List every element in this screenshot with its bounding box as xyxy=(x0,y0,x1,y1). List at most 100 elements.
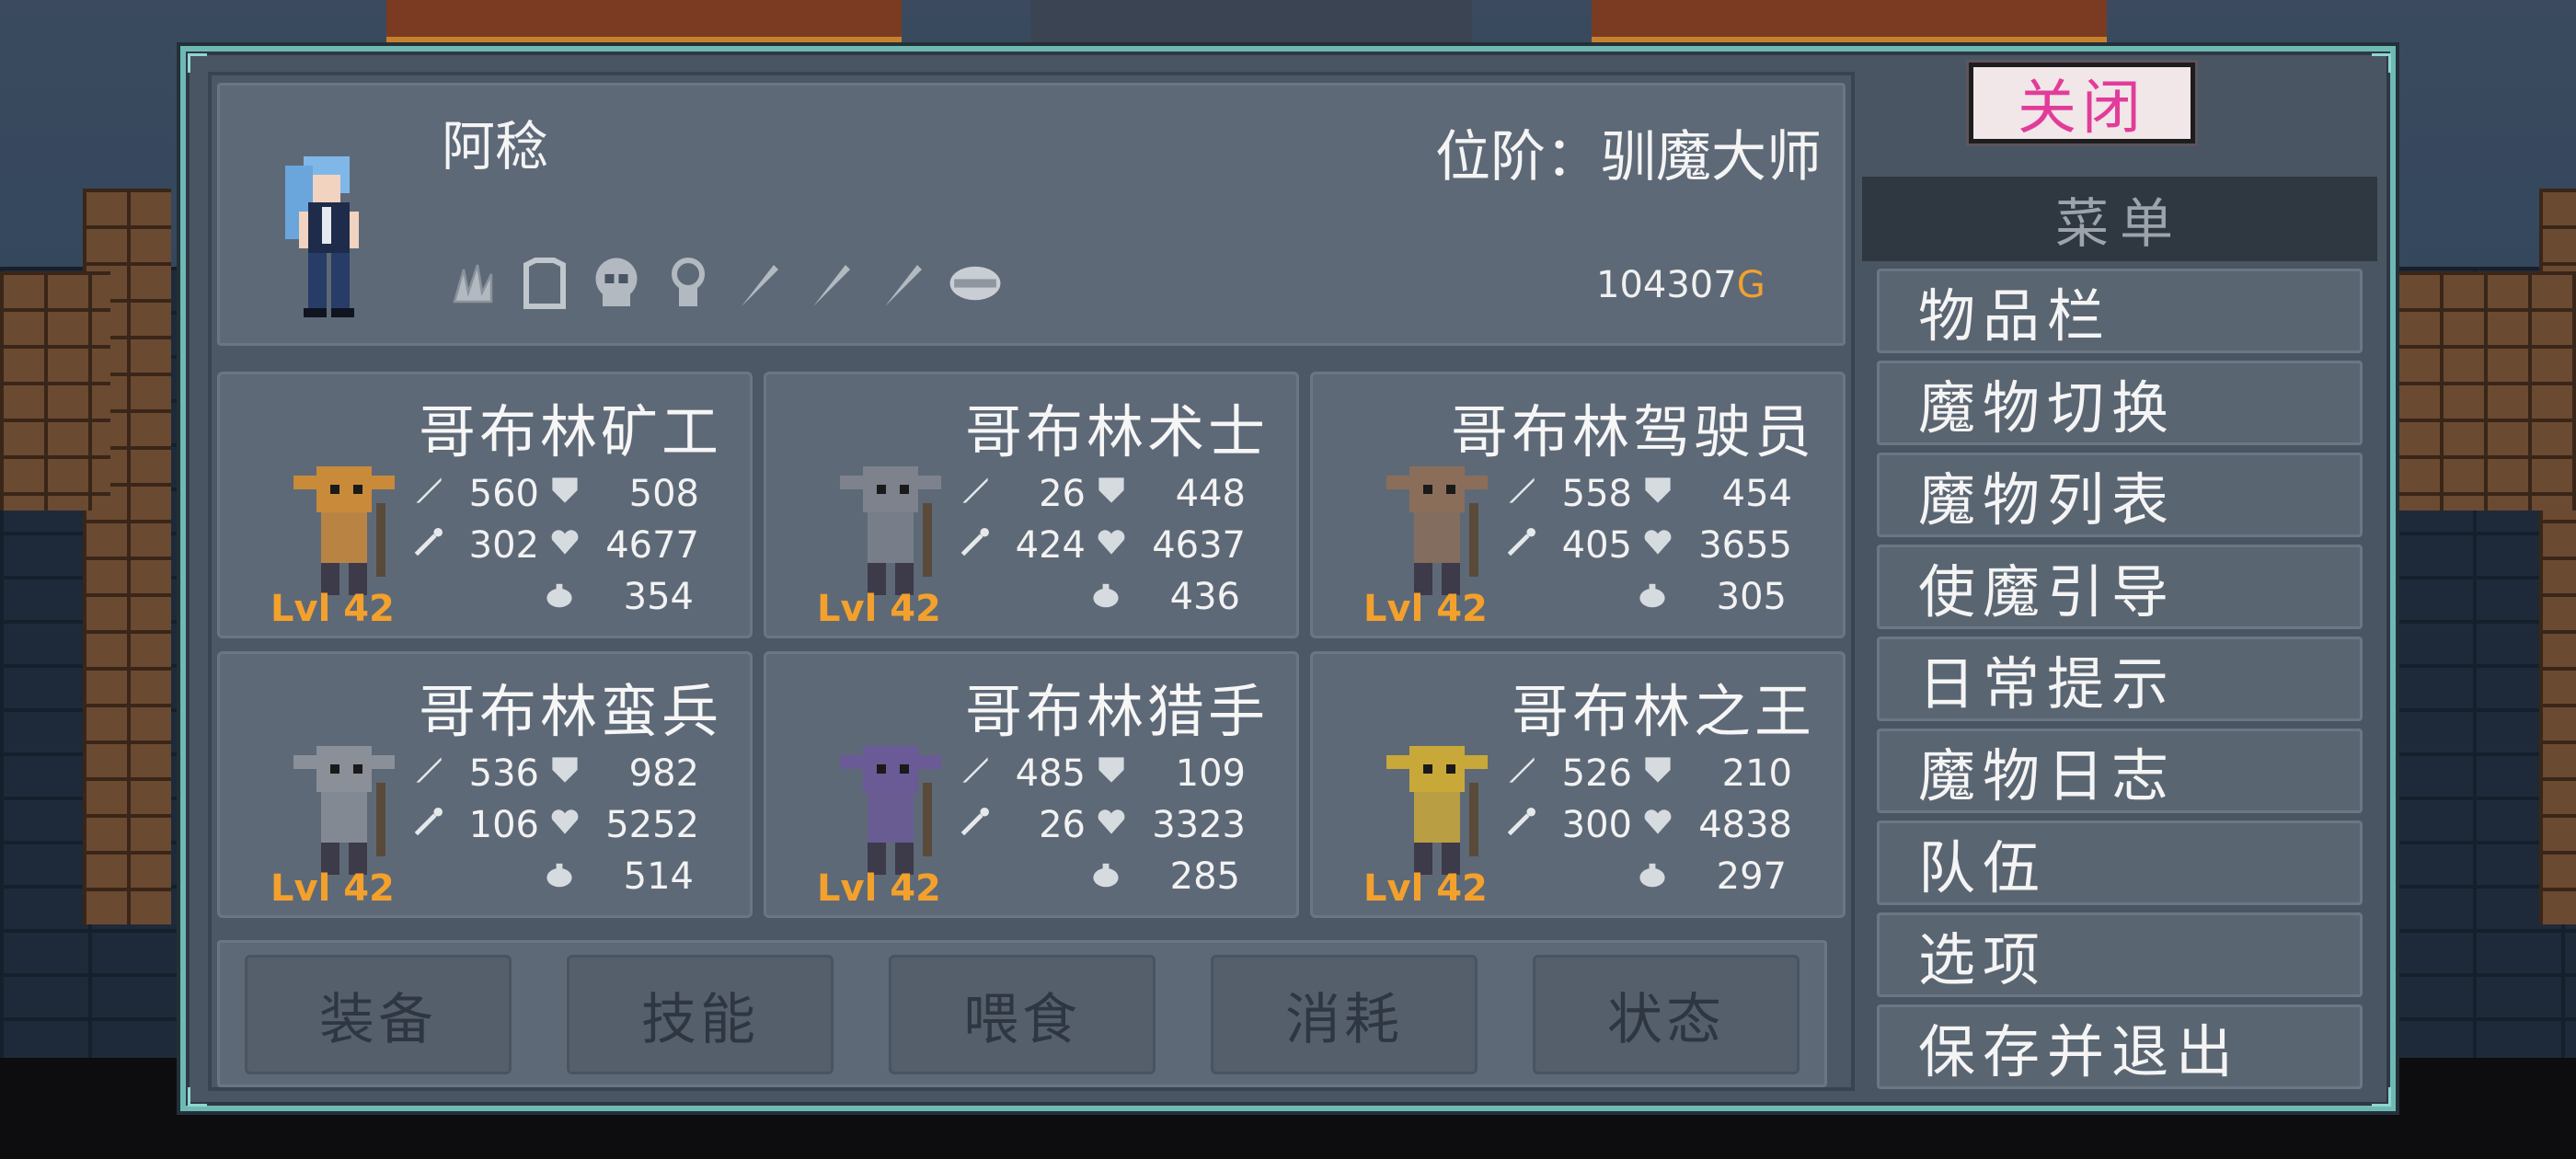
menu-item-save-and-quit[interactable]: 保存并退出 xyxy=(1877,1004,2363,1089)
menu-title: 菜单 xyxy=(1862,177,2377,261)
monster-name: 哥布林蛮兵 xyxy=(418,678,722,745)
brick-block-left xyxy=(0,271,110,511)
monster-stats: 558 454 405 3655 305 xyxy=(1501,468,1834,623)
menu-item-options[interactable]: 选项 xyxy=(1877,912,2363,997)
shield-icon xyxy=(1638,474,1678,514)
armor-icon[interactable] xyxy=(515,254,574,313)
magic-value: 106 xyxy=(468,804,539,846)
monster-level: Lvl 42 xyxy=(817,867,941,910)
monster-name: 哥布林猎手 xyxy=(964,678,1269,745)
wand-icon xyxy=(1501,525,1542,566)
monster-name: 哥布林驾驶员 xyxy=(1450,398,1815,465)
speed-value: 436 xyxy=(1169,576,1240,618)
monster-name: 哥布林之王 xyxy=(1511,678,1815,745)
trainer-name: 阿稔 xyxy=(442,115,549,178)
shield-icon xyxy=(1638,753,1678,794)
sword-icon xyxy=(955,474,995,514)
menu-item-monster-journal[interactable]: 魔物日志 xyxy=(1877,729,2363,813)
speed-value: 354 xyxy=(623,576,694,618)
hp-value: 4838 xyxy=(1698,804,1792,846)
magic-value: 302 xyxy=(468,524,539,567)
monster-level: Lvl 42 xyxy=(817,588,941,630)
tab-skills[interactable]: 技能 xyxy=(567,955,834,1074)
monster-level: Lvl 42 xyxy=(1363,588,1488,630)
magic-value: 300 xyxy=(1561,804,1632,846)
equipment-slots xyxy=(443,254,1005,313)
monster-stats: 526 210 300 4838 297 xyxy=(1501,748,1834,902)
defense-value: 508 xyxy=(628,473,699,515)
trainer-rank: 位阶：驯魔大师 xyxy=(1435,125,1822,189)
hp-value: 3323 xyxy=(1152,804,1246,846)
monster-stats: 560 508 302 4677 354 xyxy=(408,468,742,623)
heart-icon xyxy=(545,525,585,566)
attack-value: 526 xyxy=(1561,752,1632,795)
attack-value: 536 xyxy=(468,752,539,795)
monster-stats: 26 448 424 4637 436 xyxy=(955,468,1288,623)
saddle-icon[interactable] xyxy=(946,254,1005,313)
speed-value: 297 xyxy=(1716,855,1787,898)
frame-corner xyxy=(2372,53,2391,73)
sack-icon xyxy=(1632,856,1673,897)
heart-icon xyxy=(545,805,585,845)
close-button[interactable]: 关闭 xyxy=(1969,63,2195,143)
monster-level: Lvl 42 xyxy=(270,588,395,630)
wand-icon xyxy=(955,525,995,566)
defense-value: 448 xyxy=(1175,473,1246,515)
gold-amount: 104307 xyxy=(1596,264,1737,306)
shield-icon xyxy=(545,753,585,794)
menu-item-daily-tips[interactable]: 日常提示 xyxy=(1877,637,2363,721)
feather-icon[interactable] xyxy=(874,254,933,313)
monster-card[interactable]: 哥布林之王 526 210 300 4838 297 Lvl 42 xyxy=(1310,651,1846,918)
shield-icon xyxy=(545,474,585,514)
tab-feed[interactable]: 喂食 xyxy=(889,955,1156,1074)
tab-consumables[interactable]: 消耗 xyxy=(1211,955,1478,1074)
speed-value: 514 xyxy=(623,855,694,898)
monster-sprite xyxy=(293,466,395,595)
wand-icon xyxy=(955,805,995,845)
monster-card[interactable]: 哥布林驾驶员 558 454 405 3655 305 Lvl 42 xyxy=(1310,372,1846,638)
trainer-sprite xyxy=(285,156,359,317)
magic-value: 405 xyxy=(1561,524,1632,567)
feather-icon[interactable] xyxy=(802,254,861,313)
heart-icon xyxy=(1638,525,1678,566)
sack-icon xyxy=(1086,856,1126,897)
sword-icon xyxy=(1501,474,1542,514)
menu-item-inventory[interactable]: 物品栏 xyxy=(1877,269,2363,353)
defense-value: 109 xyxy=(1175,752,1246,795)
monster-name: 哥布林术士 xyxy=(964,398,1269,465)
amulet-icon[interactable] xyxy=(659,254,718,313)
wand-icon xyxy=(408,525,449,566)
shield-icon xyxy=(1091,753,1132,794)
monster-card[interactable]: 哥布林蛮兵 536 982 106 5252 514 Lvl 42 xyxy=(217,651,753,918)
skull-helm-icon[interactable] xyxy=(587,254,646,313)
attack-value: 560 xyxy=(468,473,539,515)
monster-card[interactable]: 哥布林术士 26 448 424 4637 436 Lvl 42 xyxy=(764,372,1299,638)
claw-icon[interactable] xyxy=(443,254,502,313)
feather-icon[interactable] xyxy=(730,254,789,313)
wand-icon xyxy=(1501,805,1542,845)
monster-level: Lvl 42 xyxy=(1363,867,1488,910)
defense-value: 982 xyxy=(628,752,699,795)
monster-name: 哥布林矿工 xyxy=(418,398,722,465)
sack-icon xyxy=(1632,577,1673,617)
monster-card[interactable]: 哥布林猎手 485 109 26 3323 285 Lvl 42 xyxy=(764,651,1299,918)
monster-sprite xyxy=(1386,746,1488,875)
wand-icon xyxy=(408,805,449,845)
sack-icon xyxy=(1086,577,1126,617)
attack-value: 26 xyxy=(1039,473,1086,515)
frame-corner xyxy=(188,1087,207,1107)
menu-item-party[interactable]: 队伍 xyxy=(1877,820,2363,905)
monster-sprite xyxy=(840,466,941,595)
monster-card[interactable]: 哥布林矿工 560 508 302 4677 354 Lvl 42 xyxy=(217,372,753,638)
hp-value: 4637 xyxy=(1152,524,1246,567)
tab-equipment[interactable]: 装备 xyxy=(245,955,512,1074)
defense-value: 210 xyxy=(1721,752,1792,795)
sword-icon xyxy=(1501,753,1542,794)
menu-item-monster-list[interactable]: 魔物列表 xyxy=(1877,453,2363,537)
hp-value: 4677 xyxy=(605,524,699,567)
monster-sprite xyxy=(293,746,395,875)
tab-status[interactable]: 状态 xyxy=(1533,955,1800,1074)
menu-item-monster-switch[interactable]: 魔物切换 xyxy=(1877,361,2363,445)
heart-icon xyxy=(1638,805,1678,845)
menu-item-familiar-guide[interactable]: 使魔引导 xyxy=(1877,545,2363,629)
